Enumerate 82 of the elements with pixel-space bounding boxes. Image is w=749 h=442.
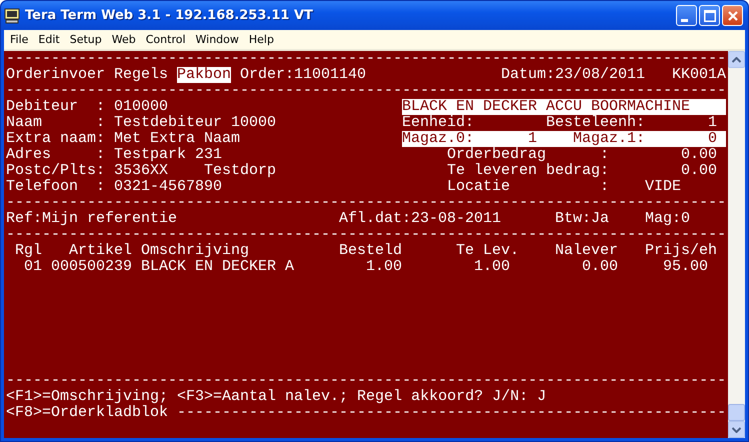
terminal-text: 010000 xyxy=(114,99,168,115)
menu-item[interactable]: Setup xyxy=(66,33,108,46)
terminal-text: Te Lev. xyxy=(456,243,520,259)
terminal-text: Telefoon : xyxy=(6,179,106,195)
scroll-down-button[interactable] xyxy=(728,421,745,438)
scroll-up-button[interactable] xyxy=(728,51,745,68)
terminal-text: 1 xyxy=(708,115,718,131)
terminal-text: Postc/Plts: xyxy=(6,163,106,179)
terminal-text: Extra naam: xyxy=(6,131,106,147)
terminal-text: Adres : xyxy=(6,147,106,163)
terminal-text: : xyxy=(600,179,610,195)
terminal-text: 0321-4567890 xyxy=(114,179,222,195)
terminal-text: Ref:Mijn referentie xyxy=(6,211,178,227)
terminal-text: <F8>=Orderkladblok xyxy=(6,405,168,421)
terminal-text: 0.00 xyxy=(582,259,618,275)
terminal-text: Magaz.0: xyxy=(402,131,474,147)
scrollbar[interactable] xyxy=(728,51,745,438)
computer-icon xyxy=(4,8,20,24)
terminal-text: VIDE xyxy=(645,179,682,195)
caret-down-icon xyxy=(732,426,741,432)
minimize-icon xyxy=(681,19,688,22)
terminal-text: Testdorp xyxy=(204,163,276,179)
terminal-text: BLACK EN DECKER A xyxy=(141,259,294,275)
close-button[interactable] xyxy=(722,5,743,26)
dashed-rule: -------------------------------------------------------------------------------- xyxy=(6,51,726,67)
terminal-text: Besteleenh: xyxy=(546,115,646,131)
terminal-text: Regels xyxy=(114,67,168,83)
terminal-text: 95.00 xyxy=(663,259,708,275)
terminal-text: 3536XX xyxy=(114,163,168,179)
dashed-rule: -------------------------------------------------------------------------------- xyxy=(6,83,726,99)
terminal-text: Datum:23/08/2011 xyxy=(501,67,646,83)
terminal-text: Met Extra Naam xyxy=(114,131,240,147)
terminal-text: BLACK EN DECKER ACCU BOORMACHINE xyxy=(402,99,690,115)
terminal-text: Mag:0 xyxy=(645,211,690,227)
terminal-text: Te leveren bedrag: xyxy=(447,163,610,179)
terminal-text: Prijs/eh xyxy=(645,243,718,259)
terminal-text: Eenheid: xyxy=(402,115,474,131)
maximize-button[interactable] xyxy=(699,5,720,26)
menu-item[interactable]: Edit xyxy=(34,33,66,46)
terminal-text: 1 xyxy=(528,131,538,147)
menu-item[interactable]: Window xyxy=(192,33,245,46)
terminal-text: Afl.dat:23-08-2011 xyxy=(339,211,502,227)
terminal-text: 000500239 xyxy=(51,259,132,275)
menu-item[interactable]: Web xyxy=(108,33,142,46)
window-title: Tera Term Web 3.1 - 192.168.253.11 VT xyxy=(25,8,314,23)
terminal-text: Btw:Ja xyxy=(555,211,610,227)
menu-item[interactable]: Help xyxy=(244,33,280,46)
terminal-text: Rgl xyxy=(15,243,42,259)
terminal-text: Nalever xyxy=(555,243,618,259)
terminal-text: 0 xyxy=(708,131,718,147)
terminal-text: <F1>=Omschrijving; <F3>=Aantal nalev.; Regel akkoord? J/N: J xyxy=(6,389,546,405)
terminal-text: Artikel xyxy=(69,243,132,259)
terminal-text: Magaz.1: xyxy=(573,131,646,147)
scroll-thumb[interactable] xyxy=(728,404,745,421)
terminal-text: Omschrijving xyxy=(141,243,250,259)
dashed-rule: -------------------------------------------------------------------------------- xyxy=(6,373,726,389)
terminal-text: Locatie xyxy=(447,179,510,195)
terminal-text: Testdebiteur 10000 xyxy=(114,115,276,131)
terminal-text: Debiteur : xyxy=(6,99,106,115)
menu-item[interactable]: File xyxy=(6,33,34,46)
highlighted-text: Pakbon xyxy=(177,67,232,83)
dashed-rule: -------------------------------------------------------------------------------- xyxy=(6,227,726,243)
terminal-text: Besteld xyxy=(339,243,402,259)
terminal-text: 1.00 xyxy=(474,259,510,275)
terminal-text: Testpark 231 xyxy=(114,147,222,163)
terminal-text: 0.00 xyxy=(681,163,718,179)
maximize-icon xyxy=(704,10,716,22)
terminal-text: 0.00 xyxy=(681,147,718,163)
close-icon xyxy=(728,10,738,20)
terminal-text: Orderinvoer xyxy=(6,67,106,83)
terminal-text: : xyxy=(600,147,610,163)
terminal-text: Naam : xyxy=(6,115,106,131)
caret-up-icon xyxy=(732,56,741,62)
dashed-rule: -------------------------------------------------------------------------------- xyxy=(6,195,726,211)
menu-item[interactable]: Control xyxy=(142,33,192,46)
dashed-rule: ------------------------------------------------------------- xyxy=(177,405,726,421)
terminal-text: Orderbedrag xyxy=(447,147,546,163)
terminal-text: 1.00 xyxy=(366,259,402,275)
terminal-text: 01 xyxy=(24,259,42,275)
terminal-text: KK001A xyxy=(672,67,726,83)
terminal-text: Order:11001140 xyxy=(240,67,366,83)
minimize-button[interactable] xyxy=(676,5,697,26)
